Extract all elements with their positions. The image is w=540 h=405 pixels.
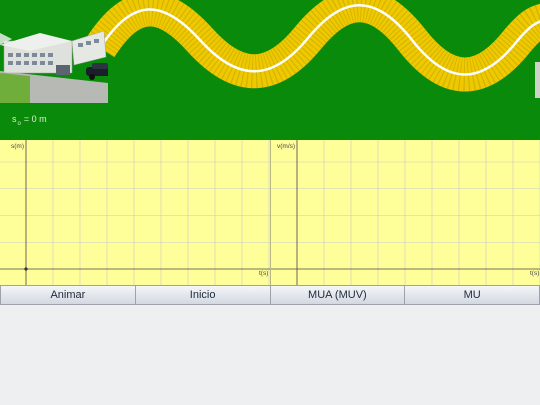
position-subscript: o (17, 121, 21, 127)
start-button[interactable]: Inicio (135, 285, 271, 305)
velocity-y-axis-label: v(m/s) (277, 143, 296, 150)
mu-button[interactable]: MU (405, 285, 540, 305)
graphs-panel: s(m) t(s) v(m/s) t(s) (0, 140, 540, 285)
position-value: = 0 m (23, 114, 47, 124)
position-label: s (12, 114, 17, 124)
position-time-graph: s(m) t(s) (0, 140, 270, 285)
position-x-axis-label: t(s) (259, 270, 269, 277)
car-icon (86, 63, 108, 80)
position-readout: so = 0 m (12, 114, 47, 127)
road-edge-object (535, 62, 540, 98)
building-image (0, 30, 108, 103)
road-scene: so = 0 m (0, 0, 540, 140)
velocity-x-axis-label: t(s) (530, 270, 540, 277)
position-graph-grid (0, 140, 270, 285)
velocity-time-graph: v(m/s) t(s) (270, 140, 540, 285)
mua-button[interactable]: MUA (MUV) (270, 285, 406, 305)
control-bar: Animar Inicio MUA (MUV) MU (0, 285, 540, 305)
position-y-axis-label: s(m) (11, 143, 24, 150)
velocity-graph-grid (271, 140, 540, 285)
animate-button[interactable]: Animar (0, 285, 136, 305)
position-origin-point (24, 267, 28, 271)
